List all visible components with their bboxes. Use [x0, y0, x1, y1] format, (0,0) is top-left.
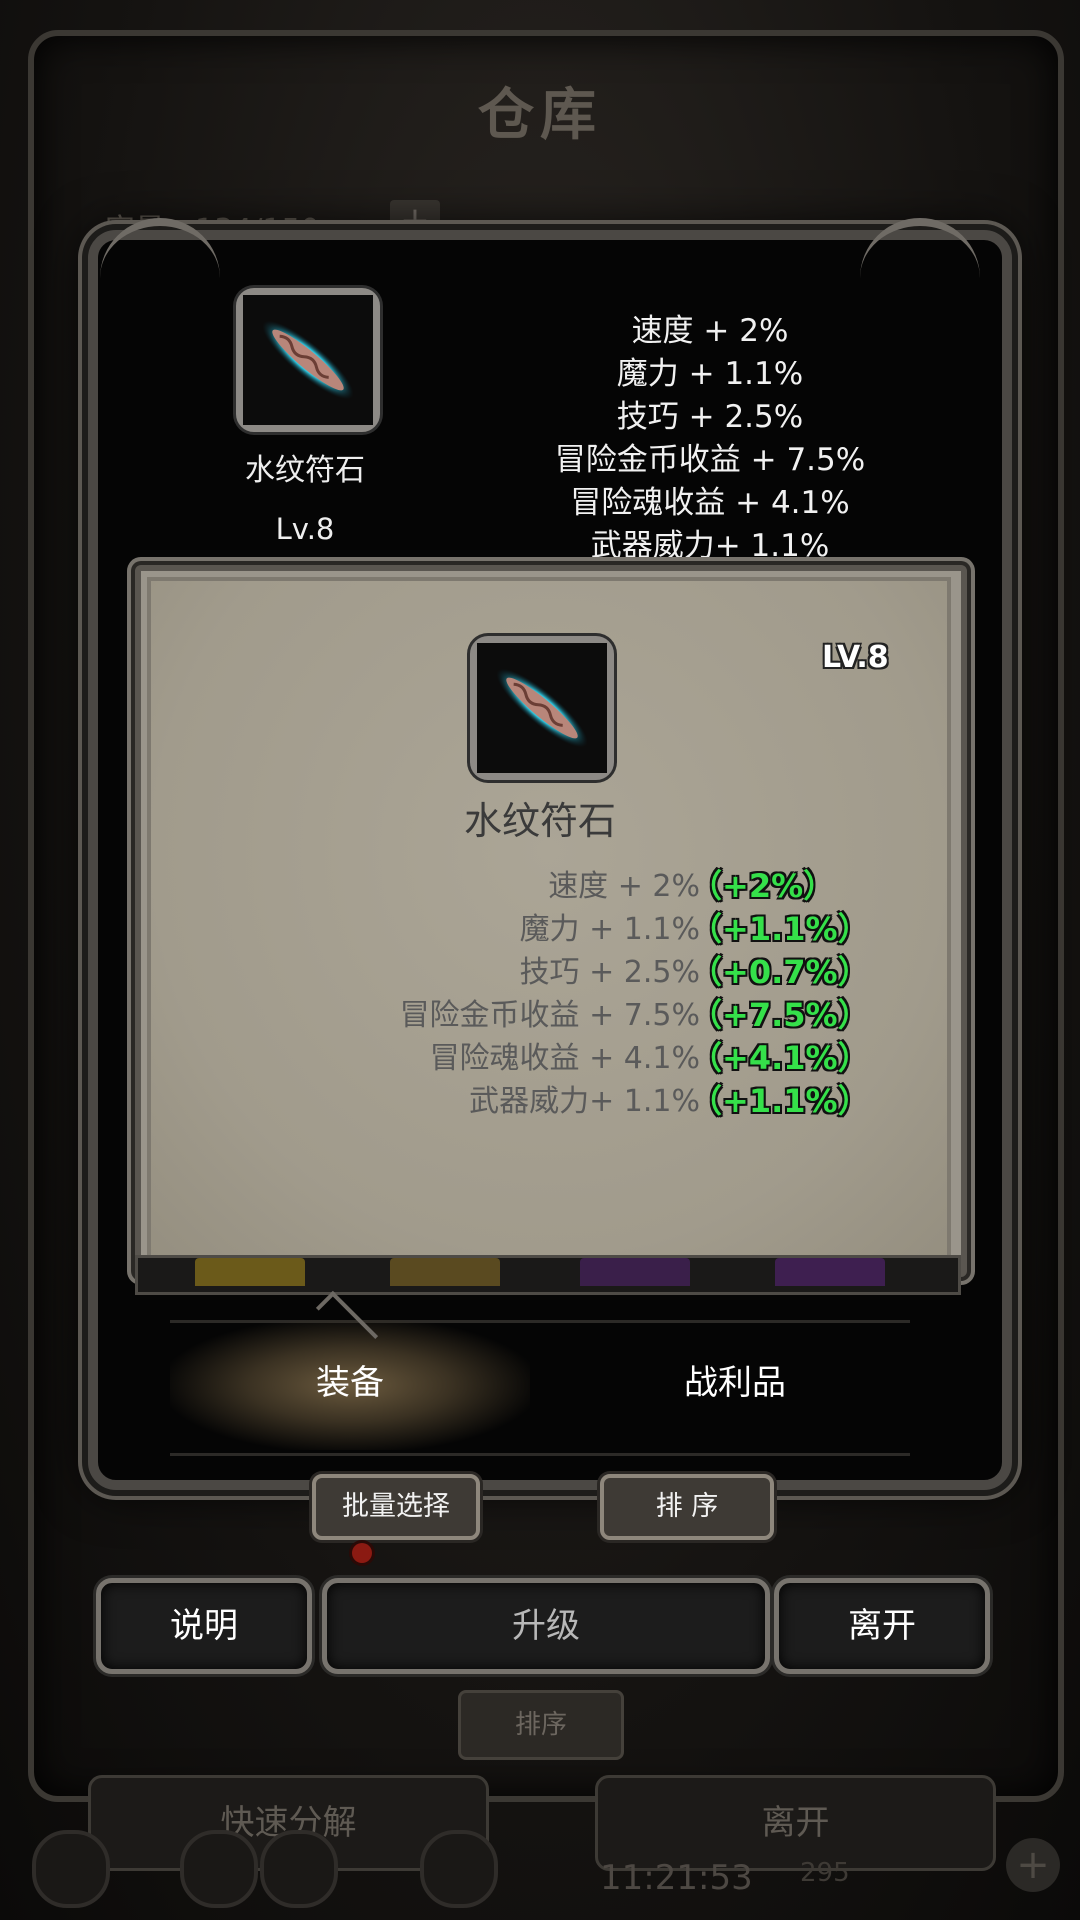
leave-button[interactable]: 离开	[774, 1578, 990, 1674]
stat-line: 冒险魂收益 + 4.1%	[570, 485, 850, 521]
add-currency-icon: +	[1006, 1838, 1060, 1892]
sort-button[interactable]: 排 序	[600, 1474, 774, 1540]
upgrade-button[interactable]: 升级	[322, 1578, 770, 1674]
stat-line: 速度 + 2%	[631, 313, 789, 349]
batch-select-button[interactable]: 批量选择	[312, 1474, 480, 1540]
card-item-name: 水纹符石	[463, 799, 616, 843]
notification-dot	[352, 1543, 372, 1563]
tab-loot[interactable]: 战利品	[555, 1355, 915, 1404]
stat-delta: （+4.1%）	[690, 1039, 870, 1077]
stat-delta-list: （+2%） （+1.1%） （+0.7%） （+7.5%） （+4.1%） （+…	[690, 865, 870, 1123]
stat-line: 武器威力+ 1.1%	[590, 528, 830, 564]
card-stat-line: 速度 + 2%	[548, 869, 700, 904]
stat-delta: （+1.1%）	[690, 1082, 870, 1120]
card-stat-line: 技巧 + 2.5%	[519, 955, 700, 990]
inventory-slot	[775, 1258, 885, 1286]
item-name: 水纹符石	[245, 453, 365, 488]
background-sort-button: 排序	[458, 1690, 624, 1760]
card-stats-list: 速度 + 2% 魔力 + 1.1% 技巧 + 2.5% 冒险金币收益 + 7.5…	[340, 865, 700, 1123]
background-menu-icon	[260, 1830, 338, 1908]
item-icon	[236, 288, 380, 432]
card-stat-line: 冒险金币收益 + 7.5%	[399, 998, 700, 1033]
background-menu-icon	[32, 1830, 110, 1908]
water-rune-stone-icon	[477, 643, 607, 773]
stat-delta: （+1.1%）	[690, 910, 870, 948]
stat-line: 技巧 + 2.5%	[616, 399, 804, 435]
item-stats-list: 速度 + 2% 魔力 + 1.1% 技巧 + 2.5% 冒险金币收益 + 7.5…	[500, 310, 920, 568]
inventory-slot	[195, 1258, 305, 1286]
gold-amount: 295	[800, 1858, 850, 1888]
water-rune-stone-icon	[243, 295, 373, 425]
tab-equipment[interactable]: 装备	[170, 1355, 530, 1404]
inventory-slot	[390, 1258, 500, 1286]
item-level: Lv.8	[275, 512, 335, 546]
background-menu-icon	[180, 1830, 258, 1908]
background-menu-icon	[420, 1830, 498, 1908]
warehouse-title: 仓库	[478, 83, 602, 148]
card-stat-line: 武器威力+ 1.1%	[469, 1084, 700, 1119]
stat-delta: （+7.5%）	[690, 996, 870, 1034]
card-stat-line: 魔力 + 1.1%	[519, 912, 700, 947]
stat-delta: （+0.7%）	[690, 953, 870, 991]
card-item-icon	[470, 636, 614, 780]
card-stat-line: 冒险魂收益 + 4.1%	[429, 1041, 700, 1076]
clock-text: 11:21:53	[600, 1858, 753, 1898]
inventory-slot	[580, 1258, 690, 1286]
card-item-level: LV.8	[822, 640, 889, 675]
stat-delta: （+2%）	[690, 867, 836, 905]
explain-button[interactable]: 说明	[96, 1578, 312, 1674]
background-leave-button: 离开	[595, 1775, 996, 1871]
stat-line: 冒险金币收益 + 7.5%	[554, 442, 866, 478]
stat-line: 魔力 + 1.1%	[616, 356, 804, 392]
